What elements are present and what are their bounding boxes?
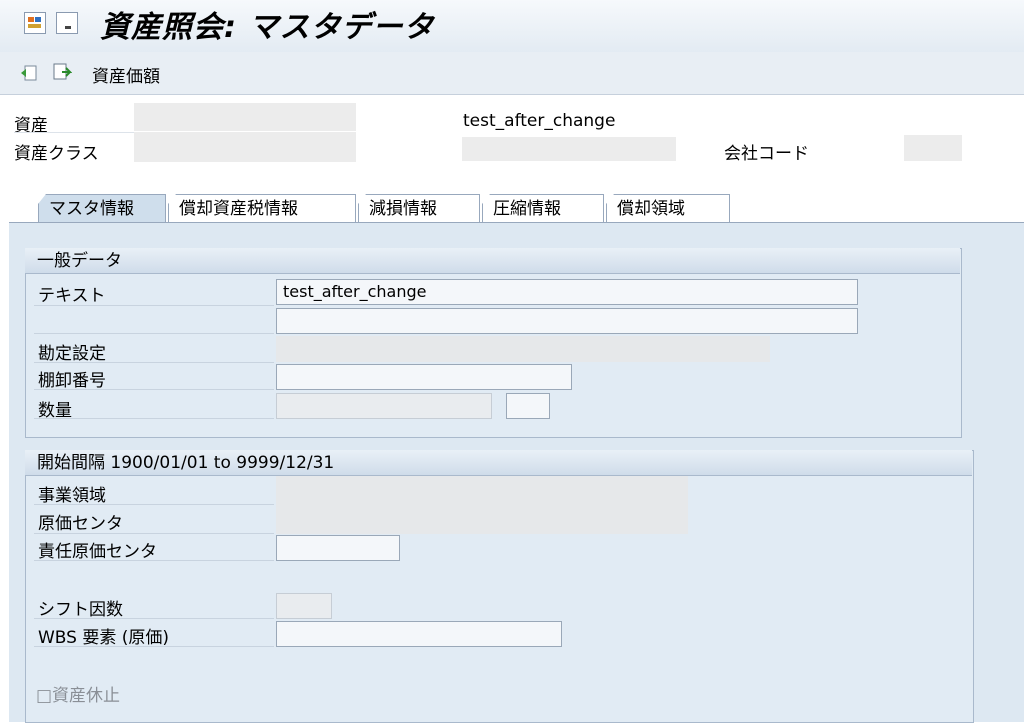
divider [34,533,274,534]
business-area-label: 事業領域 [38,486,106,506]
asset-class-description [462,137,676,161]
tab-label: マスタ情報 [49,199,134,219]
page-title: 資産照会: マスタデータ [100,10,435,45]
shift-factor-field [276,593,332,619]
account-determination-field [276,336,770,362]
cost-center-label: 原価センタ [38,514,123,534]
tab-label: 償却資産税情報 [179,199,298,219]
tab-label: 減損情報 [369,199,437,219]
divider [34,362,274,363]
divider [34,646,274,647]
tab-label: 償却領域 [617,199,685,219]
asset-inactive-checkbox[interactable]: □資産休止 [36,681,120,706]
divider [34,504,274,505]
divider [34,333,274,334]
divider [34,418,274,419]
divider [34,305,274,306]
dropdown-icon[interactable] [56,12,78,34]
quantity-field [276,393,492,419]
back-icon[interactable] [20,64,38,82]
asset-class-label: 資産クラス [14,144,99,164]
divider [34,560,274,561]
company-code-label: 会社コード [724,144,809,164]
responsible-cost-center-field[interactable] [276,535,400,561]
account-determination-label: 勘定設定 [38,344,106,364]
divider [34,618,274,619]
business-area-cost-center-fields [276,476,688,534]
tab-depreciation-area[interactable]: 償却領域 [606,194,730,222]
tab-label: 圧縮情報 [493,199,561,219]
tab-impairment-info[interactable]: 減損情報 [358,194,480,222]
wbs-element-label: WBS 要素 (原価) [38,628,170,648]
divider [34,389,274,390]
unit-field[interactable] [506,393,550,419]
text-field-2[interactable] [276,308,858,334]
divider [14,132,134,133]
company-code-field [904,135,962,161]
asset-description: test_after_change [463,111,616,131]
general-data-heading: 一般データ [25,248,960,274]
wbs-element-field[interactable] [276,621,562,647]
menu-icon[interactable] [24,12,46,34]
interval-heading: 開始間隔 1900/01/01 to 9999/12/31 [25,450,972,476]
tab-depreciable-asset-tax-info[interactable]: 償却資産税情報 [168,194,356,222]
shift-factor-label: シフト因数 [38,600,123,620]
asset-class-field [134,132,356,162]
tab-master-info[interactable]: マスタ情報 [38,194,166,222]
asset-values-button[interactable]: 資産価額 [92,62,160,87]
responsible-cost-center-label: 責任原価センタ [38,542,157,562]
next-document-icon[interactable] [52,62,73,82]
asset-number-field [134,103,356,131]
inventory-number-field[interactable] [276,364,572,390]
text-label: テキスト [38,286,106,306]
text-field[interactable]: test_after_change [276,279,858,305]
tab-compression-info[interactable]: 圧縮情報 [482,194,604,222]
inventory-number-label: 棚卸番号 [38,371,106,391]
